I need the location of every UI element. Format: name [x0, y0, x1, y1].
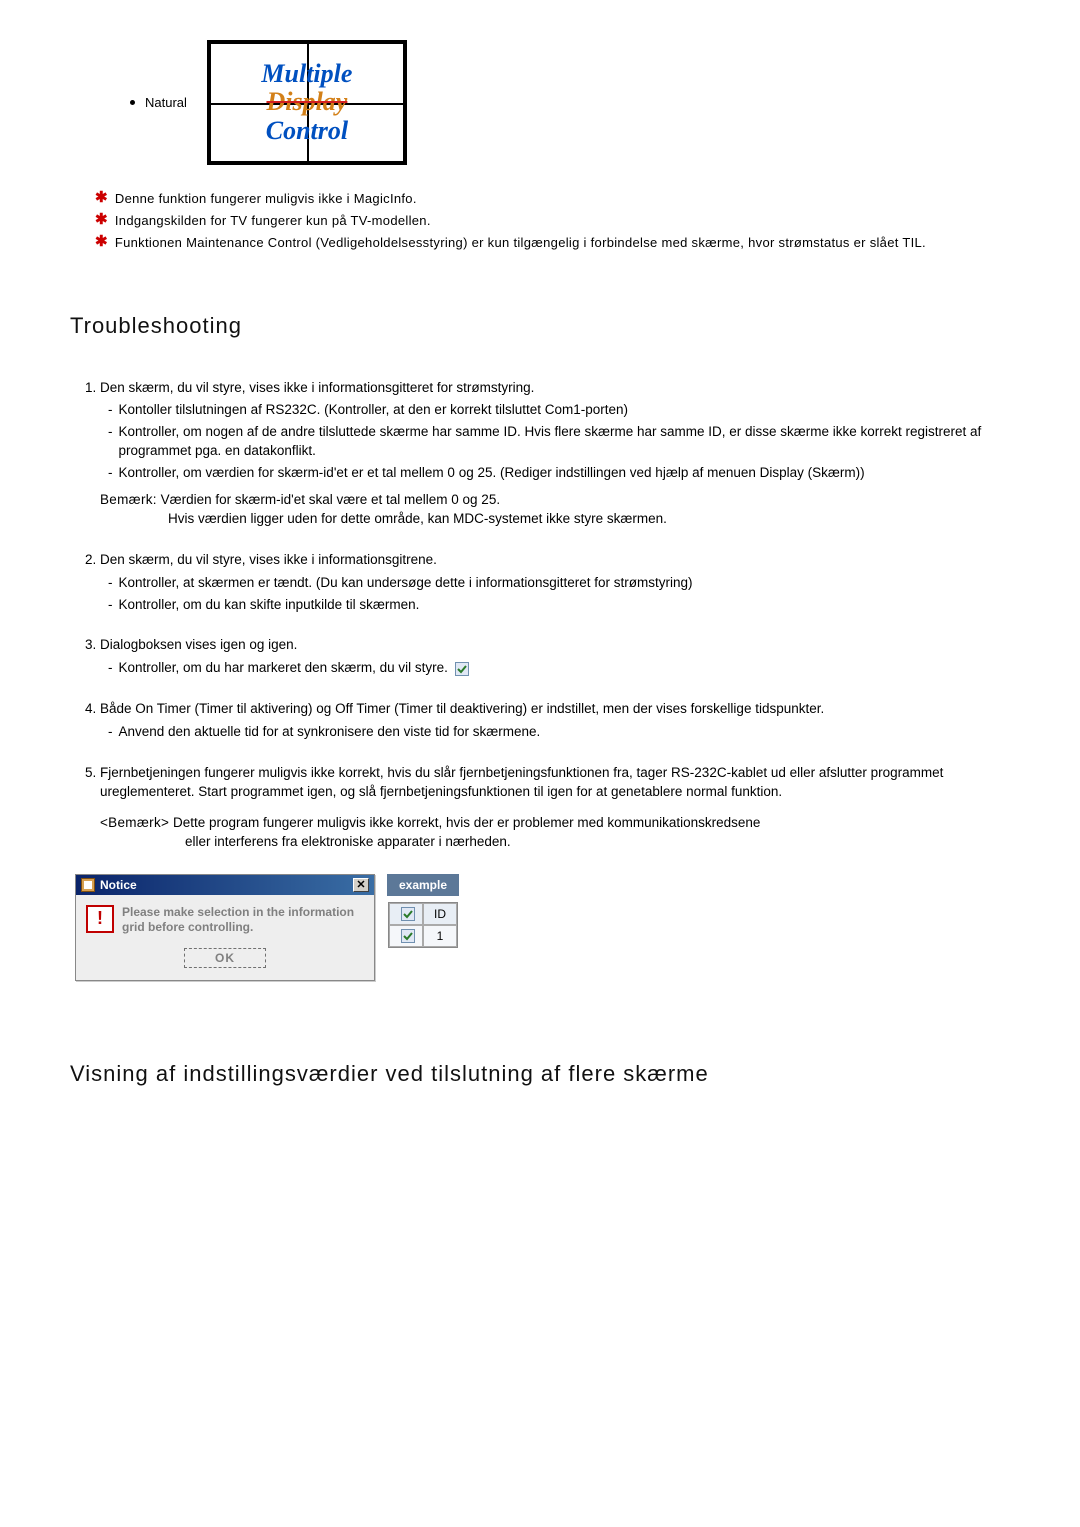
ts-sub: -Kontoller tilslutningen af RS232C. (Kon…: [108, 401, 1010, 420]
ts-item-2: Den skærm, du vil styre, vises ikke i in…: [100, 551, 1010, 615]
mdc-logo: Multiple Display Control: [207, 40, 407, 165]
bullet-icon: [130, 100, 135, 105]
note-item: ✱ Indgangskilden for TV fungerer kun på …: [95, 212, 1010, 231]
note-text: Denne funktion fungerer muligvis ikke i …: [115, 190, 417, 209]
example-column: example ID 1: [387, 874, 459, 948]
ts-sub: -Kontroller, om nogen af de andre tilslu…: [108, 423, 1010, 461]
grid-id-cell: 1: [423, 925, 457, 947]
note-item: ✱ Denne funktion fungerer muligvis ikke …: [95, 190, 1010, 209]
ts-title: Dialogboksen vises igen og igen.: [100, 637, 297, 652]
ts-title: Den skærm, du vil styre, vises ikke i in…: [100, 552, 437, 567]
troubleshooting-heading: Troubleshooting: [70, 313, 1010, 339]
top-natural-section: Natural Multiple Display Control: [130, 40, 1010, 165]
star-icon: ✱: [95, 190, 108, 209]
ts-title: Fjernbetjeningen fungerer muligvis ikke …: [100, 765, 943, 799]
example-grid: ID 1: [388, 902, 458, 948]
ts-remark-2: Hvis værdien ligger uden for dette områd…: [168, 510, 1010, 529]
star-icon: ✱: [95, 234, 108, 253]
dialog-title-text: Notice: [100, 878, 137, 892]
ts-sub: -Kontroller, at skærmen er tændt. (Du ka…: [108, 574, 1010, 593]
bottom-heading: Visning af indstillingsværdier ved tilsl…: [70, 1061, 1010, 1087]
table-row: 1: [389, 925, 457, 947]
ts-item-1: Den skærm, du vil styre, vises ikke i in…: [100, 379, 1010, 529]
ts-final-note: <Bemærk> Dette program fungerer muligvis…: [100, 814, 1010, 833]
ts-item-5: Fjernbetjeningen fungerer muligvis ikke …: [100, 764, 1010, 852]
ts-item-4: Både On Timer (Timer til aktivering) og …: [100, 700, 1010, 742]
close-icon[interactable]: ✕: [353, 878, 369, 892]
dialog-message: Please make selection in the information…: [122, 905, 364, 936]
natural-label: Natural: [145, 95, 187, 110]
notice-dialog: Notice ✕ ! Please make selection in the …: [75, 874, 375, 981]
logo-line-3: Control: [266, 117, 348, 146]
natural-list-item: Natural: [130, 95, 187, 110]
checkbox-icon: [401, 907, 415, 921]
troubleshooting-list: Den skærm, du vil styre, vises ikke i in…: [100, 379, 1010, 852]
note-text: Funktionen Maintenance Control (Vedligeh…: [115, 234, 926, 253]
example-label: example: [387, 874, 459, 896]
ts-remark: Bemærk: Værdien for skærm-id'et skal vær…: [100, 491, 1010, 510]
ts-final-note-2: eller interferens fra elektroniske appar…: [185, 833, 1010, 852]
ts-title: Både On Timer (Timer til aktivering) og …: [100, 701, 824, 716]
dialog-titlebar: Notice ✕: [76, 875, 374, 895]
notice-example-row: Notice ✕ ! Please make selection in the …: [75, 874, 1010, 981]
ts-sub: - Kontroller, om du har markeret den skæ…: [108, 659, 1010, 678]
note-item: ✱ Funktionen Maintenance Control (Vedlig…: [95, 234, 1010, 253]
table-row: ID: [389, 903, 457, 925]
logo-line-1: Multiple: [261, 60, 352, 89]
ts-sub: -Kontroller, om du kan skifte inputkilde…: [108, 596, 1010, 615]
checkbox-icon: [401, 929, 415, 943]
dialog-body: ! Please make selection in the informati…: [76, 895, 374, 980]
grid-checkbox-header: [389, 903, 423, 925]
exclamation-icon: !: [86, 905, 114, 933]
dialog-app-icon: [81, 878, 95, 892]
grid-id-header: ID: [423, 903, 457, 925]
logo-line-2: Display: [266, 88, 347, 117]
ok-button[interactable]: OK: [184, 948, 266, 968]
ts-item-3: Dialogboksen vises igen og igen. - Kontr…: [100, 636, 1010, 678]
checkbox-icon: [455, 662, 469, 676]
star-icon: ✱: [95, 212, 108, 231]
ts-sub: -Anvend den aktuelle tid for at synkroni…: [108, 723, 1010, 742]
ts-title: Den skærm, du vil styre, vises ikke i in…: [100, 380, 534, 395]
note-text: Indgangskilden for TV fungerer kun på TV…: [115, 212, 431, 231]
ts-sub: -Kontroller, om værdien for skærm-id'et …: [108, 464, 1010, 483]
function-notes: ✱ Denne funktion fungerer muligvis ikke …: [95, 190, 1010, 253]
grid-checkbox-cell[interactable]: [389, 925, 423, 947]
